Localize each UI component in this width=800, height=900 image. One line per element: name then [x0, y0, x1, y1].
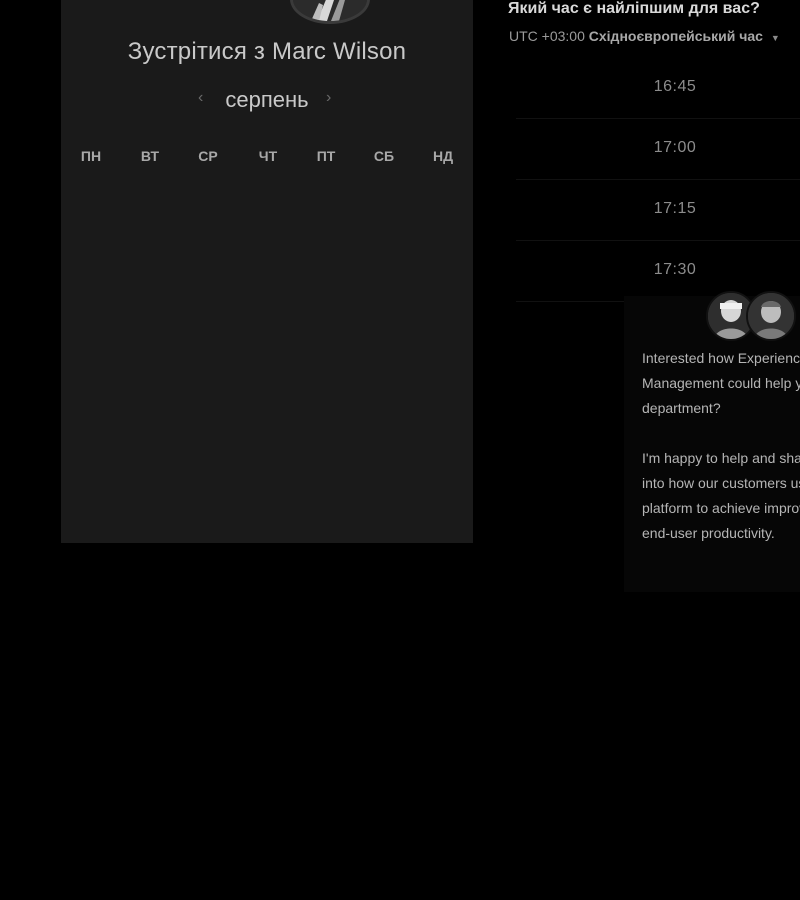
weekday-thu: ЧТ — [258, 148, 278, 164]
time-slot-list: 16:45 17:00 17:15 17:30 — [516, 58, 800, 302]
timezone-name: Східноєвропейський час — [588, 28, 763, 44]
time-slot-label: 17:15 — [653, 200, 697, 217]
month-navigation: ‹ серпень › — [61, 86, 473, 116]
time-slot-label: 17:30 — [653, 261, 697, 278]
month-label: серпень — [225, 87, 309, 112]
time-slot[interactable]: 17:15 — [516, 180, 800, 241]
chevron-right-icon[interactable]: › — [326, 89, 331, 107]
weekday-fri: ПТ — [316, 148, 336, 164]
calendar-card: Зустрітися з Marc Wilson ‹ серпень › ПН … — [61, 0, 473, 543]
caret-down-icon: ▼ — [770, 33, 780, 43]
timezone-offset: UTC +03:00 — [509, 28, 585, 44]
chat-message-offer: I'm happy to help and share insight into… — [642, 450, 800, 541]
page: Зустрітися з Marc Wilson ‹ серпень › ПН … — [0, 0, 800, 900]
time-slot-label: 16:45 — [653, 78, 697, 95]
weekday-wed: СР — [198, 148, 218, 164]
timezone-selector[interactable]: UTC +03:00 Східноєвропейський час ▼ — [509, 28, 800, 44]
meeting-title: Зустрітися з Marc Wilson — [127, 38, 407, 65]
chat-message-intro: Interested how Experience Management cou… — [642, 350, 800, 416]
time-slot[interactable]: 17:00 — [516, 119, 800, 180]
time-slot-label: 17:00 — [653, 139, 697, 156]
weekday-mon: ПН — [80, 148, 102, 164]
weekday-header: ПН ВТ СР ЧТ ПТ СБ НД — [61, 148, 473, 168]
time-slot[interactable]: 16:45 — [516, 58, 800, 119]
time-question-heading: Який час є найліпшим для вас? — [508, 0, 760, 17]
chat-message: Interested how Experience Management cou… — [642, 346, 800, 571]
agent-avatar — [746, 291, 796, 341]
weekday-sat: СБ — [373, 148, 395, 164]
weekday-tue: ВТ — [140, 148, 160, 164]
host-avatar — [290, 0, 370, 24]
weekday-sun: НД — [432, 148, 454, 164]
chat-agent-avatars — [706, 291, 800, 343]
